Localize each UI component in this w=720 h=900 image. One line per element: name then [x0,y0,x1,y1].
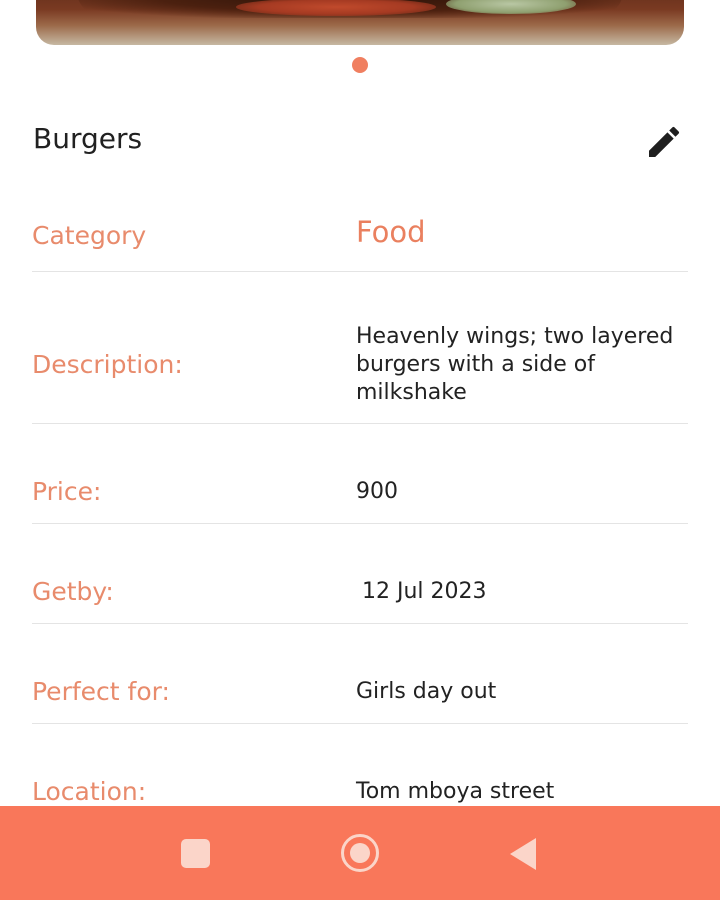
system-navigation-bar [0,806,720,900]
detail-row-description: Description: Heavenly wings; two layered… [32,272,688,424]
edit-icon [649,126,680,157]
price-value: 900 [356,479,398,504]
detail-row-price: Price: 900 [32,424,688,524]
description-value: Heavenly wings; two layered burgers with… [356,324,674,405]
product-title: Burgers [33,122,143,155]
carousel-indicator-dot[interactable] [352,57,368,73]
detail-row-category: Category Food [32,200,688,272]
location-label: Location: [32,777,147,806]
location-value: Tom mboya street [356,779,555,804]
price-label: Price: [32,477,102,506]
perfect-for-label: Perfect for: [32,677,170,706]
circle-icon[interactable] [341,834,379,872]
detail-row-getby: Getby: 12 Jul 2023 [32,524,688,624]
getby-label: Getby: [32,577,114,606]
detail-row-perfect-for: Perfect for: Girls day out [32,624,688,724]
category-value: Food [356,215,426,249]
home-inner-dot [350,843,370,863]
back-triangle-icon[interactable] [510,838,536,870]
getby-value: 12 Jul 2023 [362,579,487,604]
perfect-for-value: Girls day out [356,679,497,704]
square-icon[interactable] [181,839,210,868]
category-label: Category [32,221,147,250]
product-image[interactable] [36,0,684,45]
edit-button[interactable] [640,118,688,166]
description-label: Description: [32,350,183,379]
